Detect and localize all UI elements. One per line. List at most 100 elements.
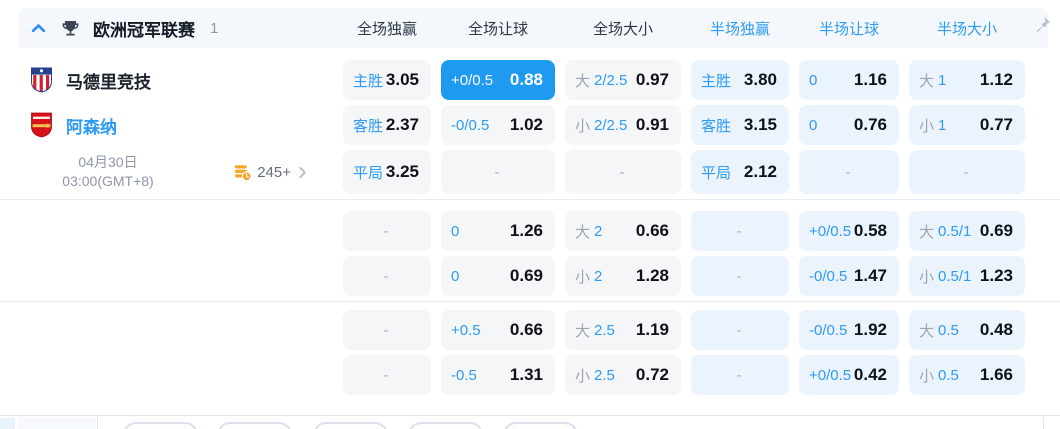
empty-odds: - (736, 321, 742, 339)
home-team[interactable]: 马德里竞技 (18, 67, 333, 93)
more-markets-link[interactable]: 245+ (233, 163, 309, 182)
odds-cell[interactable]: 平局 3.25 (343, 150, 431, 194)
col-header-ht-ou: 半场大小 (936, 20, 997, 38)
odds-cell[interactable]: 0 0.69 (441, 256, 555, 296)
over-under-prefix: 小 (575, 367, 591, 385)
atletico-madrid-crest (31, 67, 52, 93)
odds-label: 0 (451, 267, 460, 285)
match-info: 04月30日 03:00(GMT+8) 245+ (18, 153, 333, 191)
odds-value: 0.42 (853, 365, 887, 384)
odds-cell[interactable]: 大 2/2.5 0.97 (565, 60, 681, 100)
odds-value: 2.12 (743, 162, 777, 181)
odds-value: 2.37 (385, 115, 419, 134)
odds-cell: - (343, 310, 431, 350)
empty-odds: - (383, 321, 389, 339)
match-count: 1 (210, 19, 219, 37)
market-tab-pill[interactable] (217, 422, 292, 429)
draw-row: 04月30日 03:00(GMT+8) 245+ 平局 3.25- - 平局 2.12-… (18, 150, 1060, 194)
odds-row: -0 0.69 小 2 1.28- -0/0.5 1.47 小 0.5/1 1.23 (18, 256, 1060, 296)
chevron-up-icon (31, 23, 45, 32)
over-under-prefix: 大 (919, 322, 935, 340)
odds-label: 主胜 (701, 72, 732, 90)
odds-cell[interactable]: 大 2 0.66 (565, 211, 681, 251)
market-tab-pill[interactable] (123, 422, 198, 429)
odds-cell[interactable]: -0/0.5 1.02 (441, 105, 555, 145)
away-team[interactable]: 阿森纳 (18, 112, 333, 138)
odds-widget: 欧洲冠军联赛 1 全场独赢 全场让球 全场大小 半场独赢 半场让球 半场大小 马… (0, 0, 1060, 429)
odds-cell[interactable]: -0.5 1.31 (441, 355, 555, 395)
empty-odds: - (736, 366, 742, 384)
over-under-prefix: 小 (575, 117, 591, 135)
odds-label: +0/0.5 (809, 366, 852, 384)
odds-cell[interactable]: -0/0.5 1.92 (799, 310, 899, 350)
odds-cell[interactable]: 大 0.5 0.48 (909, 310, 1025, 350)
odds-label: -0.5 (451, 366, 477, 384)
bottom-corner (0, 418, 15, 429)
odds-cell: - (799, 150, 899, 194)
odds-label: 大2 (575, 221, 602, 242)
odds-cell[interactable]: 小 2.5 0.72 (565, 355, 681, 395)
away-team-name: 阿森纳 (66, 117, 117, 137)
line-value: 0.5 (938, 366, 959, 384)
odds-cell[interactable]: 0 1.16 (799, 60, 899, 100)
odds-cell[interactable]: 主胜 3.80 (691, 60, 789, 100)
odds-cell[interactable]: 大 1 1.12 (909, 60, 1025, 100)
odds-cell: - (909, 150, 1025, 194)
line-value: 2 (594, 267, 603, 285)
odds-cell[interactable]: 大 2.5 1.19 (565, 310, 681, 350)
away-team-row: 阿森纳 客胜 2.37 -0/0.5 1.02 小 2/2.5 0.91 客胜 3.15 0 0.7… (18, 105, 1060, 145)
empty-odds: - (845, 163, 851, 181)
odds-cell[interactable]: +0/0.5 0.58 (799, 211, 899, 251)
empty-odds: - (736, 222, 742, 240)
odds-cell[interactable]: 小 2/2.5 0.91 (565, 105, 681, 145)
odds-cell: - (343, 256, 431, 296)
market-tab-pill[interactable] (503, 422, 578, 429)
odds-cell: - (441, 150, 555, 194)
odds-cell[interactable]: 主胜 3.05 (343, 60, 431, 100)
odds-cell[interactable]: +0/0.5 0.88 (441, 60, 555, 100)
odds-value: 0.69 (979, 221, 1013, 240)
odds-label: -0/0.5 (451, 116, 490, 134)
odds-cell: - (343, 355, 431, 395)
odds-cell[interactable]: 小 0.5 1.66 (909, 355, 1025, 395)
odds-label: 客胜 (701, 117, 732, 135)
odds-cell[interactable]: 小 1 0.77 (909, 105, 1025, 145)
bottom-left-panel (18, 417, 96, 429)
empty-odds: - (736, 267, 742, 285)
odds-value: 1.23 (979, 266, 1013, 285)
market-tab-pill[interactable] (313, 422, 388, 429)
odds-value: 1.92 (853, 320, 887, 339)
line-value: 0.5/1 (938, 222, 972, 240)
odds-cell[interactable]: +0.5 0.66 (441, 310, 555, 350)
odds-cell[interactable]: 0 1.26 (441, 211, 555, 251)
line-value: 1 (938, 116, 947, 134)
odds-cell[interactable]: 0 0.76 (799, 105, 899, 145)
collapse-button[interactable] (28, 18, 48, 38)
pin-icon[interactable] (1032, 15, 1052, 35)
odds-cell[interactable]: +0/0.5 0.42 (799, 355, 899, 395)
line-value: 0.5 (938, 321, 959, 339)
odds-cell[interactable]: 大 0.5/1 0.69 (909, 211, 1025, 251)
bottom-divider (97, 417, 98, 429)
odds-cell: - (691, 211, 789, 251)
market-tab-pill[interactable] (408, 422, 483, 429)
odds-cell[interactable]: 小 2 1.28 (565, 256, 681, 296)
odds-value: 1.16 (853, 70, 887, 89)
odds-label: 大 2.5 (575, 320, 615, 341)
odds-cell[interactable]: 客胜 3.15 (691, 105, 789, 145)
line-value: 0.5/1 (938, 267, 972, 285)
over-under-prefix: 大 (919, 72, 935, 90)
odds-label: -0/0.5 (809, 267, 848, 285)
odds-label: 主胜 (353, 72, 384, 90)
odds-cell[interactable]: 客胜 2.37 (343, 105, 431, 145)
odds-cell[interactable]: 小 0.5/1 1.23 (909, 256, 1025, 296)
odds-row: -0 1.26 大 2 0.66- +0/0.5 0.58 大 0.5/1 0.69 (18, 211, 1060, 251)
match-date: 04月30日 (78, 154, 138, 170)
col-header-ht-handicap: 半场让球 (818, 20, 879, 38)
empty-odds: - (383, 222, 389, 240)
odds-cell[interactable]: 平局 2.12 (691, 150, 789, 194)
odds-cell[interactable]: -0/0.5 1.47 (799, 256, 899, 296)
bottom-bar (0, 415, 1060, 429)
odds-value: 0.48 (979, 320, 1013, 339)
home-team-row: 马德里竞技 主胜 3.05 +0/0.5 0.88 大 2/2.5 0.97 主胜 3.80 0 1… (18, 60, 1060, 100)
